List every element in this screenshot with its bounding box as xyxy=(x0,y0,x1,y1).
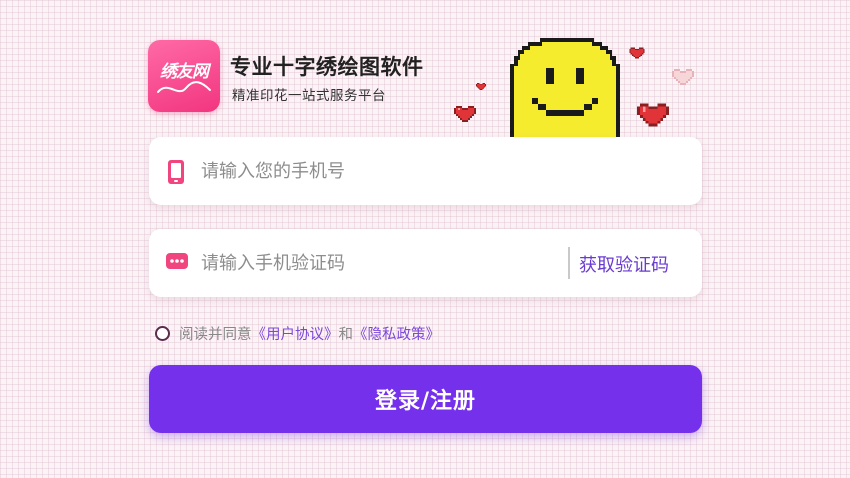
heart-icon xyxy=(454,106,476,122)
agreement-row: 阅读并同意 《用户协议》 和 《隐私政策》 xyxy=(155,323,440,343)
phone-input[interactable] xyxy=(201,151,581,191)
agreement-conjunction: 和 xyxy=(338,326,354,343)
heart-icon xyxy=(637,103,669,127)
app-logo: 绣友网 xyxy=(148,40,220,112)
heart-icon xyxy=(476,82,486,91)
agreement-prefix: 阅读并同意 xyxy=(179,326,252,343)
get-code-button[interactable]: 获取验证码 xyxy=(579,251,669,277)
pixel-smiley-mascot xyxy=(510,38,620,138)
heart-icon xyxy=(672,69,694,85)
verification-code-input[interactable] xyxy=(201,243,541,283)
phone-icon xyxy=(168,160,184,184)
app-title: 专业十字绣绘图软件 xyxy=(230,55,424,79)
user-agreement-link[interactable]: 《用户协议》 xyxy=(252,323,339,344)
agreement-checkbox[interactable] xyxy=(155,325,170,341)
logo-swirl-icon xyxy=(157,81,211,93)
login-register-button[interactable]: 登录/注册 xyxy=(149,365,702,433)
privacy-policy-link[interactable]: 《隐私政策》 xyxy=(353,323,440,344)
code-field-card: 获取验证码 xyxy=(149,229,702,297)
field-divider xyxy=(568,247,570,279)
message-icon xyxy=(166,253,188,269)
heart-icon xyxy=(629,47,645,59)
phone-field-card xyxy=(149,137,702,205)
app-subtitle: 精准印花一站式服务平台 xyxy=(232,88,386,104)
